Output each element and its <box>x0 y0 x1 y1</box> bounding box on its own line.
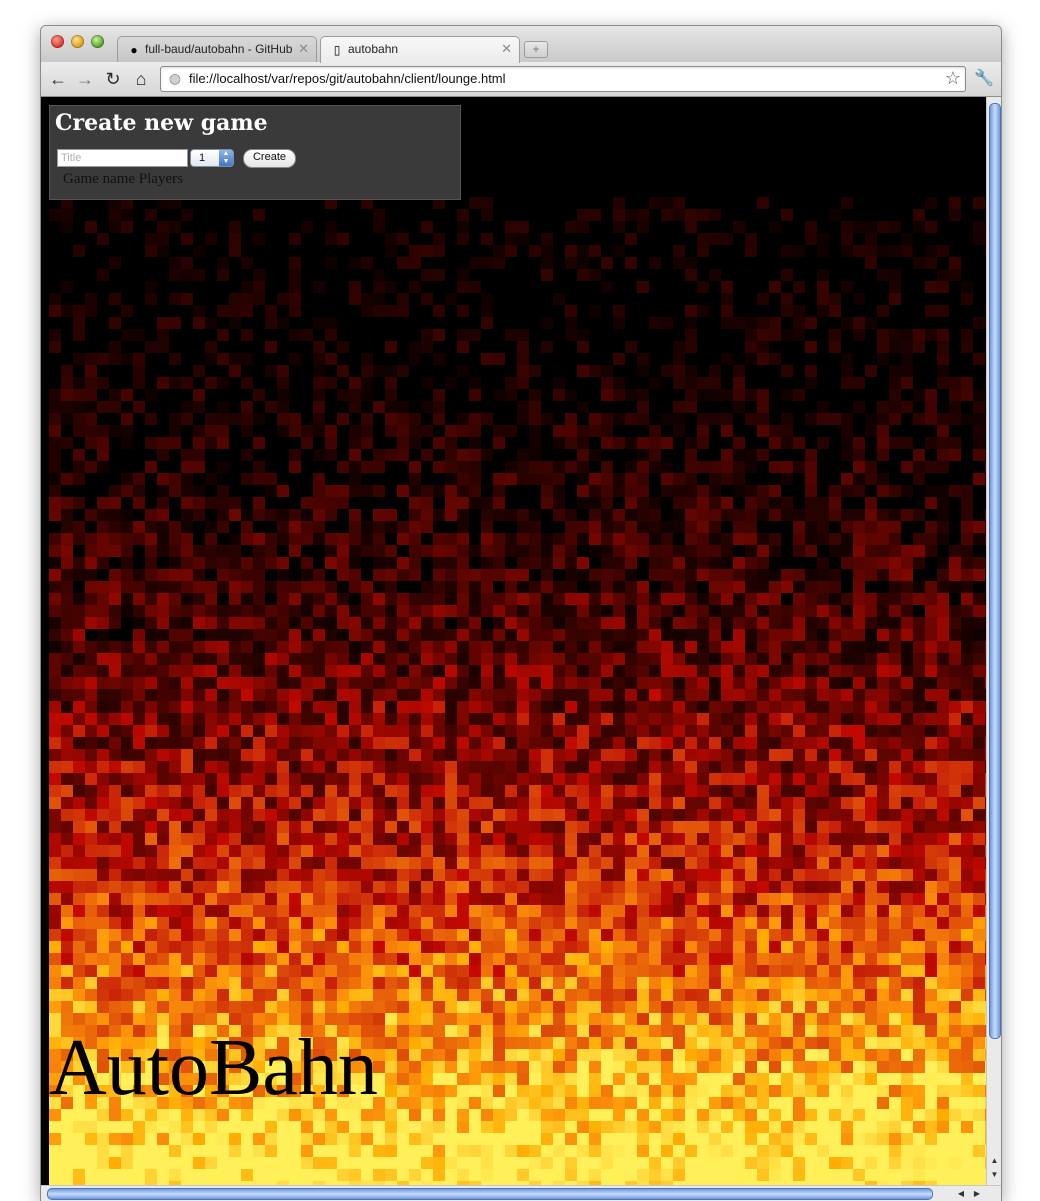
create-button[interactable]: Create <box>243 149 296 168</box>
close-tab-icon[interactable]: ✕ <box>501 41 512 57</box>
url-text: file://localhost/var/repos/git/autobahn/… <box>189 71 506 86</box>
reload-icon[interactable]: ↻ <box>102 68 124 90</box>
page-icon: ▯ <box>333 43 341 57</box>
close-tab-icon[interactable]: ✕ <box>298 41 309 57</box>
address-bar[interactable]: ◍ file://localhost/var/repos/git/autobah… <box>160 66 966 92</box>
page-viewport: Create new game 1 ▲▼ Create Game name Pl… <box>41 97 986 1185</box>
new-tab-button[interactable]: + <box>524 41 548 58</box>
select-arrows-icon: ▲ ▼ <box>219 150 233 166</box>
globe-icon: ◍ <box>168 70 182 86</box>
minimize-window-button[interactable] <box>71 35 84 48</box>
horizontal-scroll-thumb[interactable] <box>47 1188 933 1200</box>
home-icon[interactable]: ⌂ <box>130 68 152 90</box>
scroll-right-icon[interactable]: ▶ <box>971 1188 983 1200</box>
vertical-scroll-thumb[interactable] <box>989 103 1001 1039</box>
browser-window: ● full-baud/autobahn - GitHub ✕ ▯ autoba… <box>40 25 1002 1201</box>
game-title-input[interactable] <box>57 149 188 167</box>
scroll-left-icon[interactable]: ◀ <box>955 1188 967 1200</box>
page-title: Create new game <box>55 110 268 136</box>
maximize-window-button[interactable] <box>91 35 104 48</box>
tab-label: autobahn <box>348 42 399 56</box>
players-value: 1 <box>199 152 206 164</box>
autobahn-logo: AutoBahn <box>49 1024 378 1112</box>
scroll-down-icon[interactable]: ▼ <box>989 1169 1000 1181</box>
forward-icon[interactable]: → <box>74 68 96 90</box>
vertical-scrollbar[interactable]: ▲ ▼ <box>986 97 1001 1185</box>
back-icon[interactable]: ← <box>47 68 69 90</box>
github-icon: ● <box>130 43 138 57</box>
scroll-up-icon[interactable]: ▲ <box>989 1155 1000 1167</box>
tab-autobahn[interactable]: ▯ autobahn ✕ <box>320 36 520 63</box>
players-select[interactable]: 1 ▲ ▼ <box>190 149 234 167</box>
games-table-header: Game name Players <box>63 171 183 187</box>
horizontal-scrollbar[interactable]: ◀ ▶ <box>41 1185 1001 1201</box>
wrench-icon[interactable]: 🔧 <box>973 68 995 90</box>
browser-toolbar: ← → ↻ ⌂ ◍ file://localhost/var/repos/git… <box>41 62 1001 97</box>
bookmark-star-icon[interactable]: ☆ <box>945 68 961 88</box>
create-game-panel: Create new game 1 ▲▼ Create Game name Pl… <box>49 105 461 200</box>
close-window-button[interactable] <box>51 35 64 48</box>
tab-strip: ● full-baud/autobahn - GitHub ✕ ▯ autoba… <box>41 26 1001 63</box>
tab-github[interactable]: ● full-baud/autobahn - GitHub ✕ <box>117 36 317 63</box>
tab-label: full-baud/autobahn - GitHub <box>145 42 293 56</box>
